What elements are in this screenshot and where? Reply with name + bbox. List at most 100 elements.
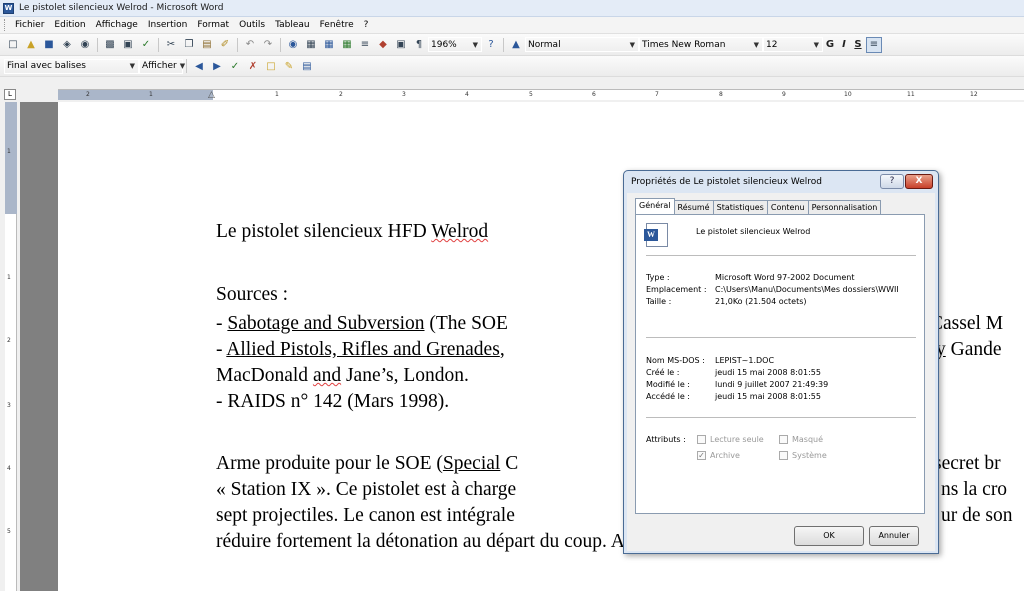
font-value: Times New Roman: [642, 39, 726, 50]
bold-button[interactable]: G: [823, 39, 837, 50]
tab-custom[interactable]: Personnalisation: [807, 200, 882, 214]
ruler-tick: 5: [529, 91, 533, 98]
new-comment-icon[interactable]: □: [263, 58, 279, 74]
zoom-select[interactable]: 196% ▼: [428, 37, 482, 52]
properties-dialog: Propriétés de Le pistolet silencieux Wel…: [623, 170, 939, 554]
hyperlink-icon[interactable]: ◉: [285, 37, 301, 53]
cut-icon[interactable]: ✂: [163, 37, 179, 53]
source-line-1: - Sabotage and Subversion (The SOE: [216, 312, 508, 335]
size-label: Taille :: [646, 297, 672, 306]
menu-help[interactable]: ?: [359, 20, 374, 30]
toolbar-separator: [97, 37, 98, 52]
drawing-icon[interactable]: ◆: [375, 37, 391, 53]
ruler-tick: 4: [465, 91, 469, 98]
print-preview-icon[interactable]: ▣: [120, 37, 136, 53]
accessed-value: jeudi 15 mai 2008 8:01:55: [715, 392, 821, 401]
menu-edition[interactable]: Edition: [49, 20, 90, 30]
italic-button[interactable]: I: [837, 39, 851, 50]
menu-fenetre[interactable]: Fenêtre: [315, 20, 359, 30]
previous-change-icon[interactable]: ◀: [191, 58, 207, 74]
reviewing-toolbar: Final avec balises ▼ Afficher ▼ ◀ ▶ ✓ ✗ □ …: [0, 56, 1024, 77]
style-value: Normal: [528, 39, 561, 50]
ruler-tick: 1: [149, 91, 153, 98]
ruler-tick: 7: [655, 91, 659, 98]
body-1-rest: C: [500, 453, 519, 474]
location-label: Emplacement :: [646, 285, 707, 294]
menu-outils[interactable]: Outils: [234, 20, 270, 30]
readonly-checkbox[interactable]: Lecture seule: [697, 435, 764, 444]
menu-fichier[interactable]: Fichier: [10, 20, 49, 30]
format-painter-icon[interactable]: ✐: [217, 37, 233, 53]
track-changes-icon[interactable]: ✎: [281, 58, 297, 74]
dialog-help-button[interactable]: ?: [880, 174, 904, 189]
toolbar-separator: [186, 59, 187, 73]
new-document-icon[interactable]: □: [5, 37, 21, 53]
reviewing-pane-icon[interactable]: ▤: [299, 58, 315, 74]
hidden-checkbox-box: [779, 435, 788, 444]
font-select[interactable]: Times New Roman ▼: [639, 37, 763, 52]
word-app-icon[interactable]: W: [3, 2, 14, 14]
tab-contents[interactable]: Contenu: [766, 200, 809, 214]
ruler-tick: 2: [339, 91, 343, 98]
cancel-button[interactable]: Annuler: [869, 526, 919, 546]
ruler-tick: 1: [275, 91, 279, 98]
align-left-icon[interactable]: ≡: [866, 36, 882, 53]
hidden-checkbox[interactable]: Masqué: [779, 435, 823, 444]
permission-icon[interactable]: ◈: [59, 37, 75, 53]
source-3-b: and: [312, 365, 342, 386]
font-size-select[interactable]: 12 ▼: [763, 37, 823, 52]
source-2-comma: ,: [499, 339, 505, 360]
underline-button[interactable]: S: [851, 39, 865, 50]
window-title: Le pistolet silencieux Welrod - Microsof…: [19, 3, 224, 13]
modified-value: lundi 9 juillet 2007 21:49:39: [715, 380, 829, 389]
help-icon[interactable]: ?: [483, 37, 499, 53]
dialog-close-button[interactable]: X: [905, 174, 933, 189]
menu-insertion[interactable]: Insertion: [143, 20, 193, 30]
print-icon[interactable]: ▩: [102, 37, 118, 53]
paragraph-mark-icon[interactable]: ¶: [411, 37, 427, 53]
body-line-1: Arme produite pour le SOE (Special C: [216, 452, 518, 475]
show-menu[interactable]: Afficher ▼: [139, 58, 185, 74]
document-name: Le pistolet silencieux Welrod: [696, 227, 811, 236]
paste-icon[interactable]: ▤: [199, 37, 215, 53]
save-icon[interactable]: ■: [41, 37, 57, 53]
indent-marker-icon[interactable]: △: [208, 90, 215, 100]
dialog-title-bar[interactable]: Propriétés de Le pistolet silencieux Wel…: [624, 171, 938, 193]
style-select[interactable]: Normal ▼: [525, 37, 639, 52]
open-folder-icon[interactable]: ▲: [23, 37, 39, 53]
insert-excel-icon[interactable]: ▦: [339, 37, 355, 53]
accept-change-icon[interactable]: ✓: [227, 58, 243, 74]
source-1-dash: -: [216, 313, 228, 334]
vertical-ruler[interactable]: 1 1 2 3 4 5: [5, 102, 17, 591]
ruler-tick: 5: [7, 528, 11, 535]
ruler-tick: 11: [907, 91, 915, 98]
system-checkbox[interactable]: Système: [779, 451, 827, 460]
tab-selector[interactable]: L: [4, 89, 16, 100]
spelling-icon[interactable]: ✓: [138, 37, 154, 53]
insert-table-icon[interactable]: ▦: [321, 37, 337, 53]
columns-icon[interactable]: ≡: [357, 37, 373, 53]
styles-formatting-icon[interactable]: ▲: [508, 37, 524, 53]
tab-summary[interactable]: Résumé: [673, 200, 714, 214]
menu-format[interactable]: Format: [192, 20, 234, 30]
tab-general[interactable]: Général: [635, 198, 675, 215]
undo-icon[interactable]: ↶: [242, 37, 258, 53]
menu-affichage[interactable]: Affichage: [91, 20, 143, 30]
tables-borders-icon[interactable]: ▦: [303, 37, 319, 53]
redo-icon[interactable]: ↷: [260, 37, 276, 53]
divider: [646, 337, 916, 338]
menu-tableau[interactable]: Tableau: [270, 20, 315, 30]
archive-checkbox-box: ✓: [697, 451, 706, 460]
horizontal-ruler[interactable]: 2 1 1 2 3 4 5 6 7 8 9 10 11 12 △: [58, 89, 1024, 100]
ok-button[interactable]: OK: [794, 526, 864, 546]
reject-change-icon[interactable]: ✗: [245, 58, 261, 74]
next-change-icon[interactable]: ▶: [209, 58, 225, 74]
ruler-tick: 1: [7, 274, 11, 281]
research-icon[interactable]: ◉: [77, 37, 93, 53]
display-for-review-select[interactable]: Final avec balises ▼: [4, 58, 139, 74]
archive-checkbox[interactable]: ✓ Archive: [697, 451, 740, 460]
copy-icon[interactable]: ❐: [181, 37, 197, 53]
tab-statistics[interactable]: Statistiques: [712, 200, 768, 214]
document-map-icon[interactable]: ▣: [393, 37, 409, 53]
dialog-body: Général Résumé Statistiques Contenu Pers…: [627, 193, 935, 551]
